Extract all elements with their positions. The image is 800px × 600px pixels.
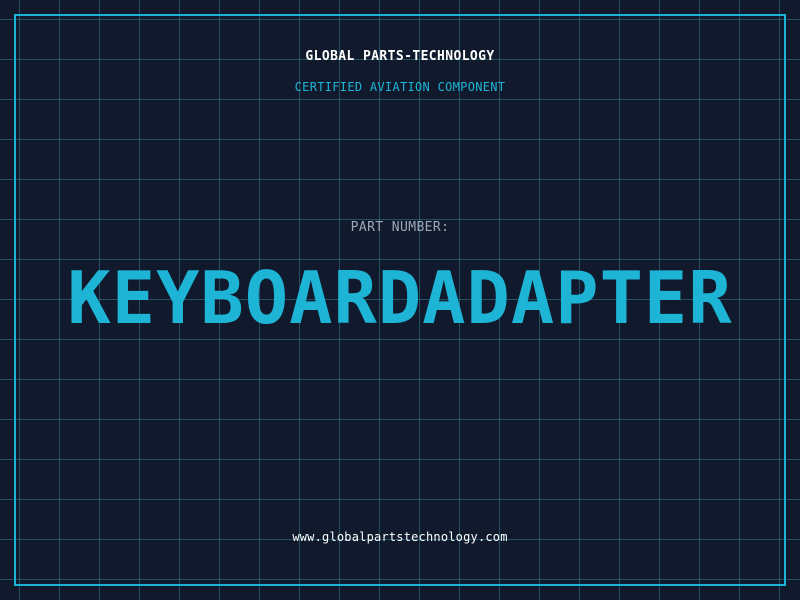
- certificate-page: { "header": { "brand": "GLOBAL PARTS-TEC…: [0, 0, 800, 600]
- brand-name: GLOBAL PARTS-TECHNOLOGY: [305, 49, 495, 64]
- tagline: CERTIFIED AVIATION COMPONENT: [294, 80, 506, 94]
- website-url: www.globalpartstechnology.com: [292, 530, 508, 544]
- part-number-label: PART NUMBER:: [350, 220, 450, 235]
- part-number-value: KEYBOARDADAPTER: [67, 256, 733, 340]
